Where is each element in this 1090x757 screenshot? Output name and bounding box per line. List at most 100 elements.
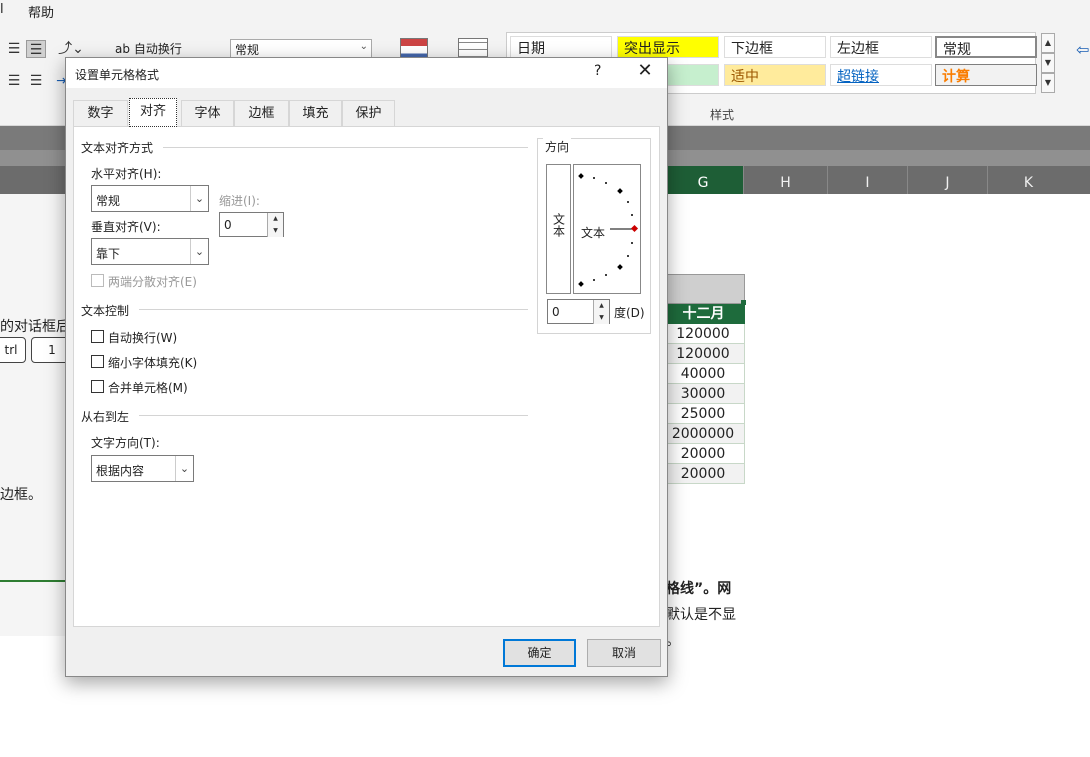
style-normal[interactable]: 常规 bbox=[935, 36, 1037, 58]
merge-cells-checkbox[interactable] bbox=[91, 380, 104, 393]
chevron-down-icon: ⌄ bbox=[190, 186, 208, 211]
orientation-icon[interactable]: ⤴⌄ bbox=[56, 40, 86, 58]
dial-text-label: 文本 bbox=[581, 226, 606, 240]
table-cell[interactable]: 20000 bbox=[662, 444, 745, 464]
dialog-title: 设置单元格格式 bbox=[75, 68, 160, 82]
vertical-text-toggle[interactable]: 文本 bbox=[546, 164, 571, 294]
horizontal-alignment-select[interactable]: 常规 ⌄ bbox=[91, 185, 209, 212]
text-direction-select[interactable]: 根据内容 ⌄ bbox=[91, 455, 194, 482]
justify-distributed-checkbox[interactable] bbox=[91, 274, 104, 287]
wrap-text-label: 自动换行 bbox=[133, 42, 182, 56]
shrink-to-fit-checkbox[interactable] bbox=[91, 355, 104, 368]
number-format-select[interactable]: 常规 ⌄ bbox=[230, 39, 372, 59]
group-right-to-left: 从右到左 bbox=[81, 410, 130, 424]
style-bottom-border[interactable]: 下边框 bbox=[724, 36, 826, 58]
align-left-icon[interactable]: ☰ bbox=[4, 40, 24, 58]
merge-cells-label: 合并单元格(M) bbox=[108, 381, 188, 395]
degrees-label: 度(D) bbox=[614, 306, 645, 320]
degrees-value: 0 bbox=[552, 305, 560, 319]
gallery-down-icon[interactable]: ▼ bbox=[1041, 53, 1055, 73]
menu-help[interactable]: 帮助 bbox=[28, 2, 54, 21]
article-text-line: 的对话框后 bbox=[0, 319, 70, 335]
article-left-panel bbox=[0, 194, 70, 636]
gallery-more-icon[interactable]: ▼ bbox=[1041, 73, 1055, 93]
table-cell[interactable]: 40000 bbox=[662, 364, 745, 384]
tab-fill[interactable]: 填充 bbox=[289, 100, 342, 126]
tab-alignment[interactable]: 对齐 bbox=[129, 98, 177, 127]
wrap-text-icon: ab bbox=[115, 42, 130, 56]
style-highlight[interactable]: 突出显示 bbox=[617, 36, 719, 58]
insert-cells-icon[interactable]: ⇦ bbox=[1076, 40, 1089, 59]
table-cell[interactable]: 30000 bbox=[662, 384, 745, 404]
col-header-j[interactable]: J bbox=[907, 166, 987, 194]
wrap-text-label: 自动换行(W) bbox=[108, 331, 178, 345]
group-orientation: 方向 bbox=[543, 138, 572, 155]
vertical-alignment-select[interactable]: 靠下 ⌄ bbox=[91, 238, 209, 265]
tab-border[interactable]: 边框 bbox=[234, 100, 289, 126]
justify-distributed-label: 两端分散对齐(E) bbox=[108, 275, 197, 289]
menu-item-partial[interactable]: l bbox=[0, 2, 4, 17]
number-format-value: 常规 bbox=[235, 43, 260, 57]
style-hyperlink[interactable]: 超链接 bbox=[830, 64, 932, 86]
decrement-icon[interactable]: ▼ bbox=[267, 225, 283, 237]
divider bbox=[0, 580, 70, 582]
format-cells-dialog: 设置单元格格式 ? ✕ 数字 对齐 字体 边框 填充 保护 文本对齐方式 水平对… bbox=[65, 57, 668, 677]
style-left-border[interactable]: 左边框 bbox=[830, 36, 932, 58]
group-divider bbox=[139, 309, 528, 310]
key-ctrl: trl bbox=[0, 337, 26, 363]
indent-stepper[interactable]: 0 ▲ ▼ bbox=[219, 212, 284, 237]
vertical-alignment-value: 靠下 bbox=[96, 247, 121, 261]
cancel-button[interactable]: 取消 bbox=[587, 639, 661, 667]
increment-icon[interactable]: ▲ bbox=[267, 213, 283, 225]
table-cell[interactable]: 25000 bbox=[662, 404, 745, 424]
style-date[interactable]: 日期 bbox=[510, 36, 612, 58]
article-text-line: 。 bbox=[666, 633, 680, 649]
tab-protection[interactable]: 保护 bbox=[342, 100, 395, 126]
group-text-control: 文本控制 bbox=[81, 304, 130, 318]
vertical-text-label: 文本 bbox=[551, 213, 566, 237]
tab-font[interactable]: 字体 bbox=[181, 100, 234, 126]
decrement-icon[interactable]: ▼ bbox=[593, 312, 609, 324]
chevron-down-icon: ⌄ bbox=[175, 456, 193, 481]
col-header-k[interactable]: K bbox=[987, 166, 1069, 194]
chevron-down-icon: ⌄ bbox=[190, 239, 208, 264]
table-cell[interactable]: 2000000 bbox=[662, 424, 745, 444]
style-neutral[interactable]: 适中 bbox=[724, 64, 826, 86]
style-calculation[interactable]: 计算 bbox=[935, 64, 1037, 86]
table-cell[interactable]: 120000 bbox=[662, 324, 745, 344]
group-divider bbox=[139, 415, 528, 416]
selected-cell[interactable] bbox=[662, 274, 745, 304]
align-center-icon[interactable]: ☰ bbox=[4, 72, 24, 90]
text-direction-value: 根据内容 bbox=[96, 464, 145, 478]
tab-number[interactable]: 数字 bbox=[73, 100, 128, 126]
increment-icon[interactable]: ▲ bbox=[593, 300, 609, 312]
chevron-down-icon: ⌄ bbox=[359, 41, 368, 52]
text-direction-label: 文字方向(T): bbox=[91, 436, 160, 450]
help-icon[interactable]: ? bbox=[594, 63, 601, 79]
article-text-line: 默认是不显 bbox=[666, 607, 736, 623]
horizontal-alignment-value: 常规 bbox=[96, 194, 121, 208]
col-header-h[interactable]: H bbox=[743, 166, 827, 194]
table-cell[interactable]: 120000 bbox=[662, 344, 745, 364]
align-middle-icon[interactable]: ☰ bbox=[26, 40, 46, 58]
align-right-icon[interactable]: ☰ bbox=[26, 72, 46, 90]
table-header-december[interactable]: 十二月 bbox=[662, 304, 745, 324]
degrees-stepper[interactable]: 0 ▲ ▼ bbox=[547, 299, 610, 324]
wrap-text-checkbox[interactable] bbox=[91, 330, 104, 343]
horizontal-alignment-label: 水平对齐(H): bbox=[91, 167, 162, 181]
group-text-alignment: 文本对齐方式 bbox=[81, 141, 154, 155]
group-divider bbox=[163, 147, 528, 148]
col-header-g[interactable]: G bbox=[662, 166, 743, 194]
ok-button[interactable]: 确定 bbox=[503, 639, 576, 667]
shrink-to-fit-label: 缩小字体填充(K) bbox=[108, 356, 198, 370]
styles-group-label: 样式 bbox=[710, 108, 735, 122]
article-text-line: 边框。 bbox=[0, 487, 42, 503]
col-header-i[interactable]: I bbox=[827, 166, 907, 194]
orientation-dial[interactable]: 文本 bbox=[573, 164, 641, 294]
table-cell[interactable]: 20000 bbox=[662, 464, 745, 484]
article-text-line: 格线”。网 bbox=[666, 581, 732, 597]
gallery-up-icon[interactable]: ▲ bbox=[1041, 33, 1055, 53]
wrap-text-button[interactable]: ab 自动换行 bbox=[115, 40, 182, 57]
vertical-alignment-label: 垂直对齐(V): bbox=[91, 220, 161, 234]
close-icon[interactable]: ✕ bbox=[634, 60, 656, 81]
